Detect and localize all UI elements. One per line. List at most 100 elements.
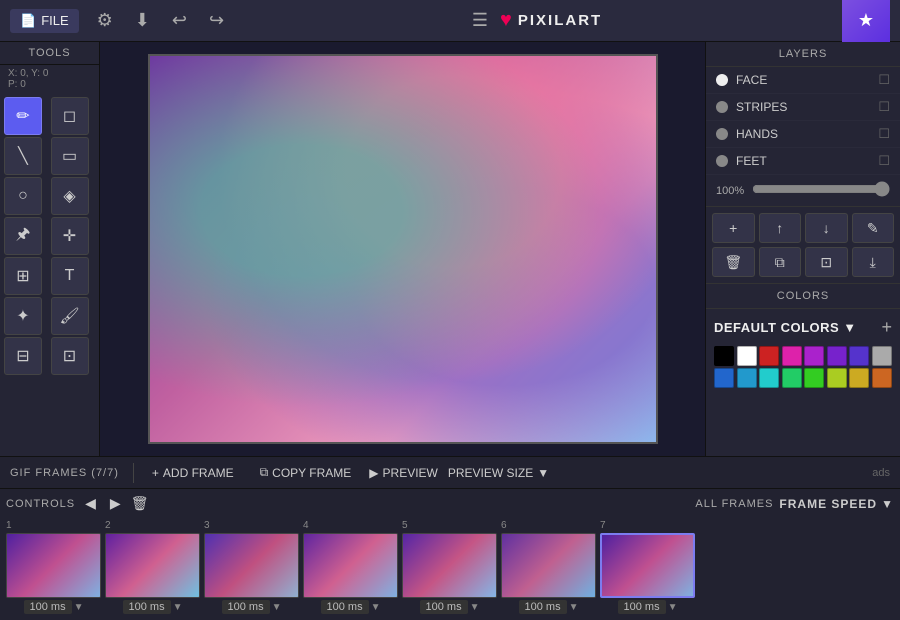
color-swatch-12[interactable] — [804, 368, 824, 388]
color-swatch-14[interactable] — [849, 368, 869, 388]
frame-thumb-2[interactable] — [105, 533, 200, 598]
add-frame-button[interactable]: + ADD FRAME — [144, 463, 242, 483]
color-swatch-5[interactable] — [827, 346, 847, 366]
color-swatch-4[interactable] — [804, 346, 824, 366]
opacity-slider-container[interactable] — [752, 181, 890, 200]
preview-size-button[interactable]: PREVIEW SIZE ▼ — [448, 466, 549, 480]
layer-hands[interactable]: HANDS ☐ — [706, 121, 900, 148]
star-button[interactable]: ★ — [842, 0, 890, 42]
edit-layer-button[interactable]: ✎ — [852, 213, 895, 243]
canvas[interactable] — [148, 54, 658, 444]
preview-size-dropdown-icon: ▼ — [537, 466, 549, 480]
frame-speed-dropdown-2[interactable]: ▼ — [173, 602, 183, 613]
eraser-tool[interactable]: ◻ — [51, 97, 89, 135]
gif-controls: GIF FRAMES (7/7) + ADD FRAME ⧉ COPY FRAM… — [0, 457, 900, 489]
layer-dot-stripes — [716, 101, 728, 113]
prev-frame-button[interactable]: ◀ — [81, 493, 100, 514]
file-button[interactable]: 📄 FILE — [10, 9, 79, 33]
redo-button[interactable]: ↪ — [205, 6, 228, 35]
color-swatch-2[interactable] — [759, 346, 779, 366]
layer-visibility-feet[interactable]: ☐ — [878, 153, 890, 169]
frame-thumb-5[interactable] — [402, 533, 497, 598]
right-panel: LAYERS FACE ☐ STRIPES ☐ HANDS ☐ FEET ☐ 1… — [705, 42, 900, 456]
color-swatch-15[interactable] — [872, 368, 892, 388]
frame-thumb-7[interactable] — [600, 533, 695, 598]
move-down-layer-button[interactable]: ↓ — [805, 213, 848, 243]
canvas-area[interactable] — [100, 42, 705, 456]
move-tool[interactable]: ✛ — [51, 217, 89, 255]
opacity-slider[interactable] — [752, 181, 890, 197]
preview-button[interactable]: ▶ PREVIEW — [369, 466, 438, 480]
coords-display: X: 0, Y: 0 P: 0 — [0, 65, 99, 93]
color-swatch-13[interactable] — [827, 368, 847, 388]
frame-speed-dropdown-1[interactable]: ▼ — [74, 602, 84, 613]
delete-layer-button[interactable]: 🗑 — [712, 247, 755, 277]
download-button[interactable]: ⬇ — [131, 6, 154, 35]
delete-frame-button[interactable]: 🗑 — [131, 495, 149, 512]
layer-face[interactable]: FACE ☐ — [706, 67, 900, 94]
frame-speed-dropdown-7[interactable]: ▼ — [668, 602, 678, 613]
undo-button[interactable]: ↩ — [168, 6, 191, 35]
frame-number-7: 7 — [600, 520, 606, 531]
layers-title: LAYERS — [706, 42, 900, 67]
frame-speed-dropdown-5[interactable]: ▼ — [470, 602, 480, 613]
settings-button[interactable]: ⚙ — [93, 6, 117, 35]
frame-speed-row-2: 100 ms▼ — [123, 600, 183, 614]
select-tool[interactable]: ▭ — [51, 137, 89, 175]
layer-visibility-hands[interactable]: ☐ — [878, 126, 890, 142]
frame-speed-row-4: 100 ms▼ — [321, 600, 381, 614]
text-tool[interactable]: T — [51, 257, 89, 295]
color-swatch-0[interactable] — [714, 346, 734, 366]
frame-item-2: 2100 ms▼ — [105, 520, 200, 614]
color-swatch-1[interactable] — [737, 346, 757, 366]
logo-area: ♥ PIXILART — [500, 9, 602, 32]
frame-speed-dropdown-3[interactable]: ▼ — [272, 602, 282, 613]
move-up-layer-button[interactable]: ↑ — [759, 213, 802, 243]
default-colors-button[interactable]: DEFAULT COLORS ▼ — [714, 320, 857, 335]
frame-speed-dropdown-6[interactable]: ▼ — [569, 602, 579, 613]
layer-feet[interactable]: FEET ☐ — [706, 148, 900, 175]
frame-item-6: 6 100 ms▼ — [501, 520, 596, 614]
eyedropper-tool[interactable]: 🖈 — [4, 217, 42, 255]
color-swatch-6[interactable] — [849, 346, 869, 366]
magic-wand-tool[interactable]: ✦ — [4, 297, 42, 335]
frame-thumb-4[interactable] — [303, 533, 398, 598]
color-swatch-9[interactable] — [737, 368, 757, 388]
frame-speed-value-7: 100 ms — [618, 600, 666, 614]
color-swatch-11[interactable] — [782, 368, 802, 388]
duplicate-layer-button[interactable]: ⧉ — [759, 247, 802, 277]
frame-thumb-1[interactable] — [6, 533, 101, 598]
add-color-button[interactable]: + — [881, 317, 892, 338]
fill-tool[interactable]: ◈ — [51, 177, 89, 215]
copy-frame-button[interactable]: ⧉ COPY FRAME — [252, 462, 360, 483]
frame-thumb-6[interactable] — [501, 533, 596, 598]
stamp-tool[interactable]: ⊞ — [4, 257, 42, 295]
color-swatch-8[interactable] — [714, 368, 734, 388]
divider1 — [133, 463, 134, 483]
next-frame-button[interactable]: ▶ — [106, 493, 125, 514]
crop-tool[interactable]: ⊡ — [51, 337, 89, 375]
frame-speed-dropdown-4[interactable]: ▼ — [371, 602, 381, 613]
layer-visibility-stripes[interactable]: ☐ — [878, 99, 890, 115]
color-swatch-10[interactable] — [759, 368, 779, 388]
export-layer-button[interactable]: ⤓ — [852, 247, 895, 277]
frame-speed-button[interactable]: FRAME SPEED ▼ — [779, 497, 894, 511]
frame-thumb-3[interactable] — [204, 533, 299, 598]
gif-frames-label: GIF FRAMES (7/7) — [10, 467, 119, 479]
add-layer-button[interactable]: + — [712, 213, 755, 243]
pencil-tool[interactable]: ✏ — [4, 97, 42, 135]
menu-button[interactable]: ☰ — [468, 6, 492, 35]
frame-content-4 — [304, 534, 397, 597]
color-swatch-7[interactable] — [872, 346, 892, 366]
layer-stripes[interactable]: STRIPES ☐ — [706, 94, 900, 121]
frame-number-6: 6 — [501, 520, 507, 531]
color-swatch-3[interactable] — [782, 346, 802, 366]
frame-speed-value-6: 100 ms — [519, 600, 567, 614]
smudge-tool[interactable]: 🖌 — [51, 297, 89, 335]
line-tool[interactable]: ╲ — [4, 137, 42, 175]
layer-actions: + ↑ ↓ ✎ 🗑 ⧉ ⊡ ⤓ — [706, 207, 900, 284]
circle-tool[interactable]: ○ — [4, 177, 42, 215]
tile-tool[interactable]: ⊟ — [4, 337, 42, 375]
layer-visibility-face[interactable]: ☐ — [878, 72, 890, 88]
merge-layer-button[interactable]: ⊡ — [805, 247, 848, 277]
